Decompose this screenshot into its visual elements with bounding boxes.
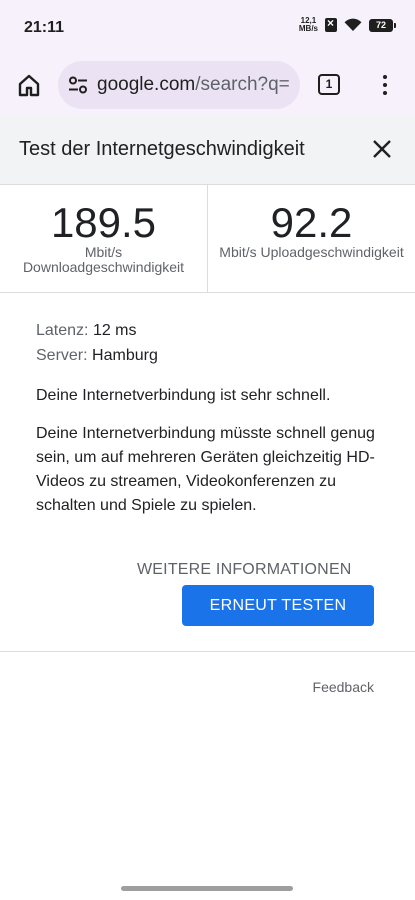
url-bar[interactable]: google.com/search?q=: [58, 61, 300, 109]
browser-toolbar: google.com/search?q= 1: [0, 56, 415, 116]
network-speed-unit: MB/s: [298, 24, 318, 33]
site-settings-icon[interactable]: [67, 74, 89, 96]
status-indicators: 12,1 MB/s 72: [299, 16, 396, 33]
upload-speed-value: 92.2: [270, 199, 353, 246]
speed-test-title: Test der Internetgeschwindigkeit: [19, 138, 305, 160]
speed-summary: Deine Internetverbindung ist sehr schnel…: [36, 387, 331, 404]
menu-dot-icon: [383, 75, 387, 79]
overflow-menu-button[interactable]: [378, 70, 392, 100]
no-sim-icon: [325, 16, 337, 32]
server-row: Server: Hamburg: [36, 343, 386, 368]
latency-label: Latenz:: [36, 322, 89, 339]
tab-switcher-button[interactable]: 1: [318, 74, 340, 95]
network-speed: 12,1 MB/s: [299, 17, 318, 33]
url-host: google.com: [97, 74, 196, 95]
home-icon: [18, 74, 40, 97]
battery-icon: 72: [369, 18, 396, 32]
upload-result: 92.2 Mbit/s Uploadgeschwindigkeit: [207, 185, 415, 292]
close-icon[interactable]: [369, 136, 395, 162]
wifi-icon: [344, 18, 362, 31]
url-text[interactable]: google.com/search?q=: [97, 74, 290, 96]
menu-dot-icon: [383, 91, 387, 95]
url-path: /search?q=: [195, 74, 290, 95]
divider: [0, 651, 415, 652]
latency-row: Latenz: 12 ms: [36, 318, 386, 343]
menu-dot-icon: [383, 83, 387, 87]
status-bar: 21:11 12,1 MB/s 72: [0, 0, 415, 56]
upload-speed-label: Mbit/s Uploadgeschwindigkeit: [219, 244, 404, 260]
download-speed-value: 189.5: [50, 199, 157, 246]
download-speed-label: Downloadgeschwindigkeit: [22, 259, 185, 275]
server-value: Hamburg: [92, 347, 158, 364]
latency-value: 12 ms: [92, 322, 137, 339]
speed-results: 189.5 Mbit/s Downloadgeschwindigkeit 92.…: [0, 185, 415, 293]
speed-test-details: Latenz: 12 ms Server: Hamburg Deine Inte…: [36, 318, 386, 518]
server-label: Server:: [36, 347, 88, 364]
speed-description: Deine Internetverbindung müsste schnell …: [36, 425, 375, 514]
gesture-home-indicator[interactable]: [121, 886, 293, 891]
status-time: 21:11: [24, 19, 65, 36]
download-result: 189.5 Mbit/s Downloadgeschwindigkeit: [0, 185, 207, 292]
home-button[interactable]: [14, 70, 44, 100]
download-speed-unit: Mbit/s: [84, 244, 123, 260]
speed-test-header: Test der Internetgeschwindigkeit: [0, 116, 415, 185]
more-info-link[interactable]: WEITERE INFORMATIONEN: [137, 561, 352, 579]
retest-button[interactable]: ERNEUT TESTEN: [182, 585, 374, 626]
feedback-link[interactable]: Feedback: [313, 679, 374, 695]
